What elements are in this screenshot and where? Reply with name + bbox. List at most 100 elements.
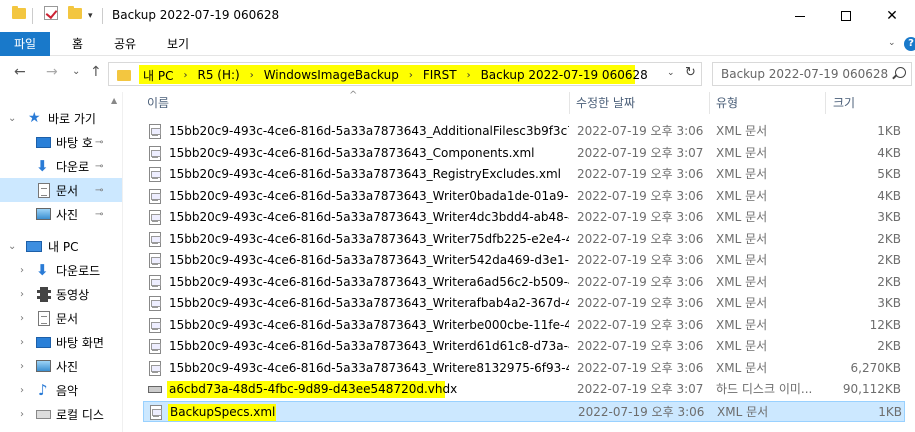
help-icon[interactable]: ?	[904, 37, 915, 51]
sidebar-item-pc-local-disk[interactable]: › 로컬 디스	[0, 402, 122, 426]
sidebar-item-downloads[interactable]: ⬇ 다운로 ⊸	[0, 154, 122, 178]
xml-file-icon	[149, 231, 161, 247]
table-row[interactable]: 15bb20c9-493c-4ce6-816d-5a33a7873643_Wri…	[143, 358, 905, 379]
sidebar-item-pc-documents[interactable]: › 문서	[0, 306, 122, 330]
table-row[interactable]: 15bb20c9-493c-4ce6-816d-5a33a7873643_Wri…	[143, 293, 905, 314]
table-row[interactable]: 15bb20c9-493c-4ce6-816d-5a33a7873643_Reg…	[143, 164, 905, 185]
column-divider[interactable]	[709, 92, 710, 114]
chevron-right-icon[interactable]: ›	[20, 289, 24, 300]
search-box[interactable]: Backup 2022-07-19 060628...	[712, 62, 912, 86]
sidebar-item-pc-pictures[interactable]: › 사진	[0, 354, 122, 378]
search-icon[interactable]	[895, 67, 906, 78]
xml-file-icon	[149, 274, 161, 290]
column-header-type[interactable]: 유형	[716, 92, 738, 114]
address-bar[interactable]: 내 PC › R5 (H:) › WindowsImageBackup › FI…	[108, 62, 702, 86]
file-name: 15bb20c9-493c-4ce6-816d-5a33a7873643_Wri…	[169, 360, 569, 375]
file-name: a6cbd73a-48d5-4fbc-9d89-d43ee548720d.vhd…	[169, 382, 458, 396]
file-type: XML 문서	[716, 339, 768, 353]
file-size: 6,270KB	[850, 360, 901, 375]
chevron-right-icon[interactable]: ›	[20, 337, 24, 348]
breadcrumb-this-pc[interactable]: 내 PC	[143, 67, 173, 84]
back-button[interactable]: ←	[14, 64, 26, 80]
xml-file-icon	[149, 253, 161, 268]
forward-button[interactable]: →	[46, 64, 58, 80]
close-button[interactable]: ✕	[869, 0, 915, 32]
tab-share[interactable]: 공유	[114, 32, 136, 56]
table-row[interactable]: 15bb20c9-493c-4ce6-816d-5a33a7873643_Wri…	[143, 186, 905, 207]
column-header-date[interactable]: 수정한 날짜	[576, 92, 635, 114]
file-type: XML 문서	[716, 253, 768, 267]
tab-file[interactable]: 파일	[0, 32, 50, 56]
column-divider[interactable]	[825, 92, 826, 114]
search-input[interactable]: Backup 2022-07-19 060628...	[721, 67, 889, 81]
sidebar-item-label: 문서	[56, 183, 79, 198]
maximize-button[interactable]	[823, 0, 869, 32]
chevron-right-icon[interactable]: ›	[250, 70, 254, 81]
sidebar-item-this-pc[interactable]: ⌄ 내 PC	[0, 234, 122, 258]
column-header-size[interactable]: 크기	[833, 92, 855, 114]
table-row[interactable]: 15bb20c9-493c-4ce6-816d-5a33a7873643_Wri…	[143, 336, 905, 357]
picture-icon	[36, 360, 51, 372]
chevron-right-icon[interactable]: ›	[20, 385, 24, 396]
table-row[interactable]: 15bb20c9-493c-4ce6-816d-5a33a7873643_Wri…	[143, 229, 905, 250]
sidebar-item-pc-videos[interactable]: › 동영상	[0, 282, 122, 306]
sidebar-item-documents[interactable]: 문서 ⊸	[0, 178, 122, 202]
sidebar-item-pc-downloads[interactable]: › ⬇ 다운로드	[0, 258, 122, 282]
sidebar-item-label: 바탕 호	[56, 135, 93, 150]
breadcrumb-windowsimagebackup[interactable]: WindowsImageBackup	[264, 68, 399, 82]
chevron-down-icon[interactable]: ⌄	[8, 241, 16, 252]
scroll-up-icon[interactable]: ▲	[111, 96, 117, 105]
table-row[interactable]: 15bb20c9-493c-4ce6-816d-5a33a7873643_Com…	[143, 143, 905, 164]
file-name: 15bb20c9-493c-4ce6-816d-5a33a7873643_Reg…	[169, 167, 561, 181]
sidebar-item-pictures[interactable]: 사진 ⊸	[0, 202, 122, 226]
sidebar-item-quick-access[interactable]: ⌄ ★ 바로 가기	[0, 106, 122, 130]
new-folder-icon[interactable]	[68, 6, 82, 19]
file-type: XML 문서	[716, 167, 768, 181]
table-row[interactable]: 15bb20c9-493c-4ce6-816d-5a33a7873643_Wri…	[143, 250, 905, 271]
chevron-right-icon[interactable]: ›	[20, 265, 24, 276]
file-date: 2022-07-19 오후 3:06	[577, 167, 704, 181]
table-row[interactable]: 15bb20c9-493c-4ce6-816d-5a33a7873643_Add…	[143, 121, 905, 142]
file-type: XML 문서	[716, 210, 768, 224]
chevron-right-icon[interactable]: ›	[20, 409, 24, 420]
chevron-down-icon[interactable]: ▾	[88, 11, 93, 21]
column-header-name[interactable]: 이름	[147, 92, 169, 114]
minimize-button[interactable]	[777, 0, 823, 32]
column-divider[interactable]	[569, 92, 570, 114]
sidebar-item-desktop[interactable]: 바탕 호 ⊸	[0, 130, 122, 154]
sidebar-item-pc-music[interactable]: › ♪ 음악	[0, 378, 122, 402]
breadcrumb-backup[interactable]: Backup 2022-07-19 060628	[481, 68, 648, 82]
table-row[interactable]: 15bb20c9-493c-4ce6-816d-5a33a7873643_Wri…	[143, 315, 905, 336]
chevron-right-icon[interactable]: ›	[409, 70, 413, 81]
table-row[interactable]: BackupSpecs.xml 2022-07-19 오후 3:06 XML 문서 1…	[143, 400, 905, 422]
expand-ribbon-icon[interactable]: ⌄	[888, 38, 896, 48]
tab-view[interactable]: 보기	[167, 32, 189, 56]
breadcrumb: 내 PC › R5 (H:) › WindowsImageBackup › FI…	[143, 66, 648, 84]
chevron-right-icon[interactable]: ›	[20, 361, 24, 372]
file-type: XML 문서	[716, 124, 768, 138]
refresh-icon[interactable]: ↻	[685, 65, 696, 80]
breadcrumb-drive[interactable]: R5 (H:)	[197, 68, 239, 82]
tab-home[interactable]: 홈	[72, 32, 83, 56]
sidebar-item-pc-desktop[interactable]: › 바탕 화면	[0, 330, 122, 354]
file-date: 2022-07-19 오후 3:07	[577, 145, 704, 160]
chevron-right-icon[interactable]: ›	[183, 70, 187, 81]
chevron-down-icon[interactable]: ⌄	[667, 68, 675, 78]
file-type: XML 문서	[716, 145, 768, 160]
xml-file-icon	[149, 145, 161, 161]
table-row[interactable]: a6cbd73a-48d5-4fbc-9d89-d43ee548720d.vhd…	[143, 379, 905, 400]
sidebar-item-label: 내 PC	[48, 239, 79, 254]
file-name: 15bb20c9-493c-4ce6-816d-5a33a7873643_Wri…	[169, 253, 569, 267]
chevron-down-icon[interactable]: ⌄	[8, 113, 16, 124]
chevron-right-icon[interactable]: ›	[20, 313, 24, 324]
properties-icon[interactable]	[44, 6, 58, 20]
table-row[interactable]: 15bb20c9-493c-4ce6-816d-5a33a7873643_Wri…	[143, 207, 905, 228]
chevron-right-icon[interactable]: ›	[467, 70, 471, 81]
up-button[interactable]: ↑	[90, 64, 102, 80]
breadcrumb-first[interactable]: FIRST	[423, 68, 457, 82]
recent-locations-button[interactable]: ⌄	[72, 66, 80, 77]
folder-icon	[117, 70, 131, 81]
table-row[interactable]: 15bb20c9-493c-4ce6-816d-5a33a7873643_Wri…	[143, 272, 905, 293]
sidebar-item-label: 음악	[56, 383, 79, 398]
file-name: 15bb20c9-493c-4ce6-816d-5a33a7873643_Wri…	[169, 317, 569, 332]
